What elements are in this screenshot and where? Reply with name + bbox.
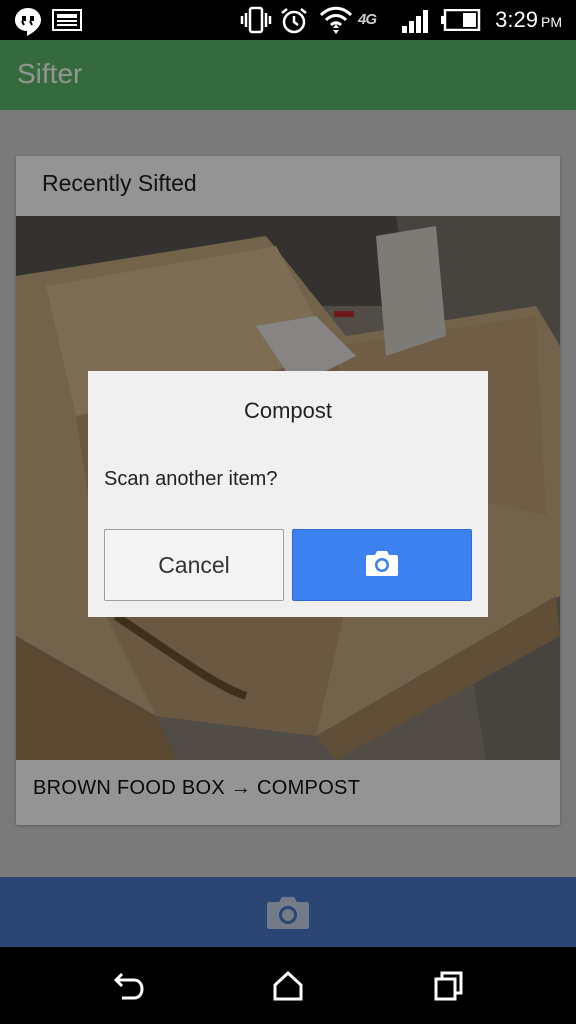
cancel-button-label: Cancel (158, 551, 230, 578)
hangouts-icon (13, 6, 43, 41)
signal-icon (401, 8, 433, 39)
clock-ampm: PM (541, 14, 562, 30)
alarm-icon (279, 6, 309, 41)
vibrate-icon (240, 6, 272, 39)
system-nav-bar (0, 947, 576, 1024)
notification-icon (52, 9, 82, 36)
network-type-label: 4G (358, 11, 377, 28)
dialog-title: Compost (243, 398, 333, 423)
wifi-icon (318, 4, 354, 41)
cancel-button[interactable]: Cancel (104, 529, 284, 601)
home-icon[interactable] (271, 969, 305, 1008)
status-bar: 4G 3:29 PM (0, 0, 576, 40)
scan-another-button[interactable] (292, 529, 472, 601)
back-icon[interactable] (112, 969, 146, 1008)
camera-icon (365, 549, 399, 582)
battery-icon (441, 8, 481, 36)
status-clock: 3:29 PM (495, 7, 562, 33)
clock-time: 3:29 (495, 7, 538, 32)
dialog-message: Scan another item? (104, 468, 278, 490)
compost-dialog: Compost Scan another item? Cancel (88, 371, 488, 617)
recents-icon[interactable] (432, 969, 466, 1008)
